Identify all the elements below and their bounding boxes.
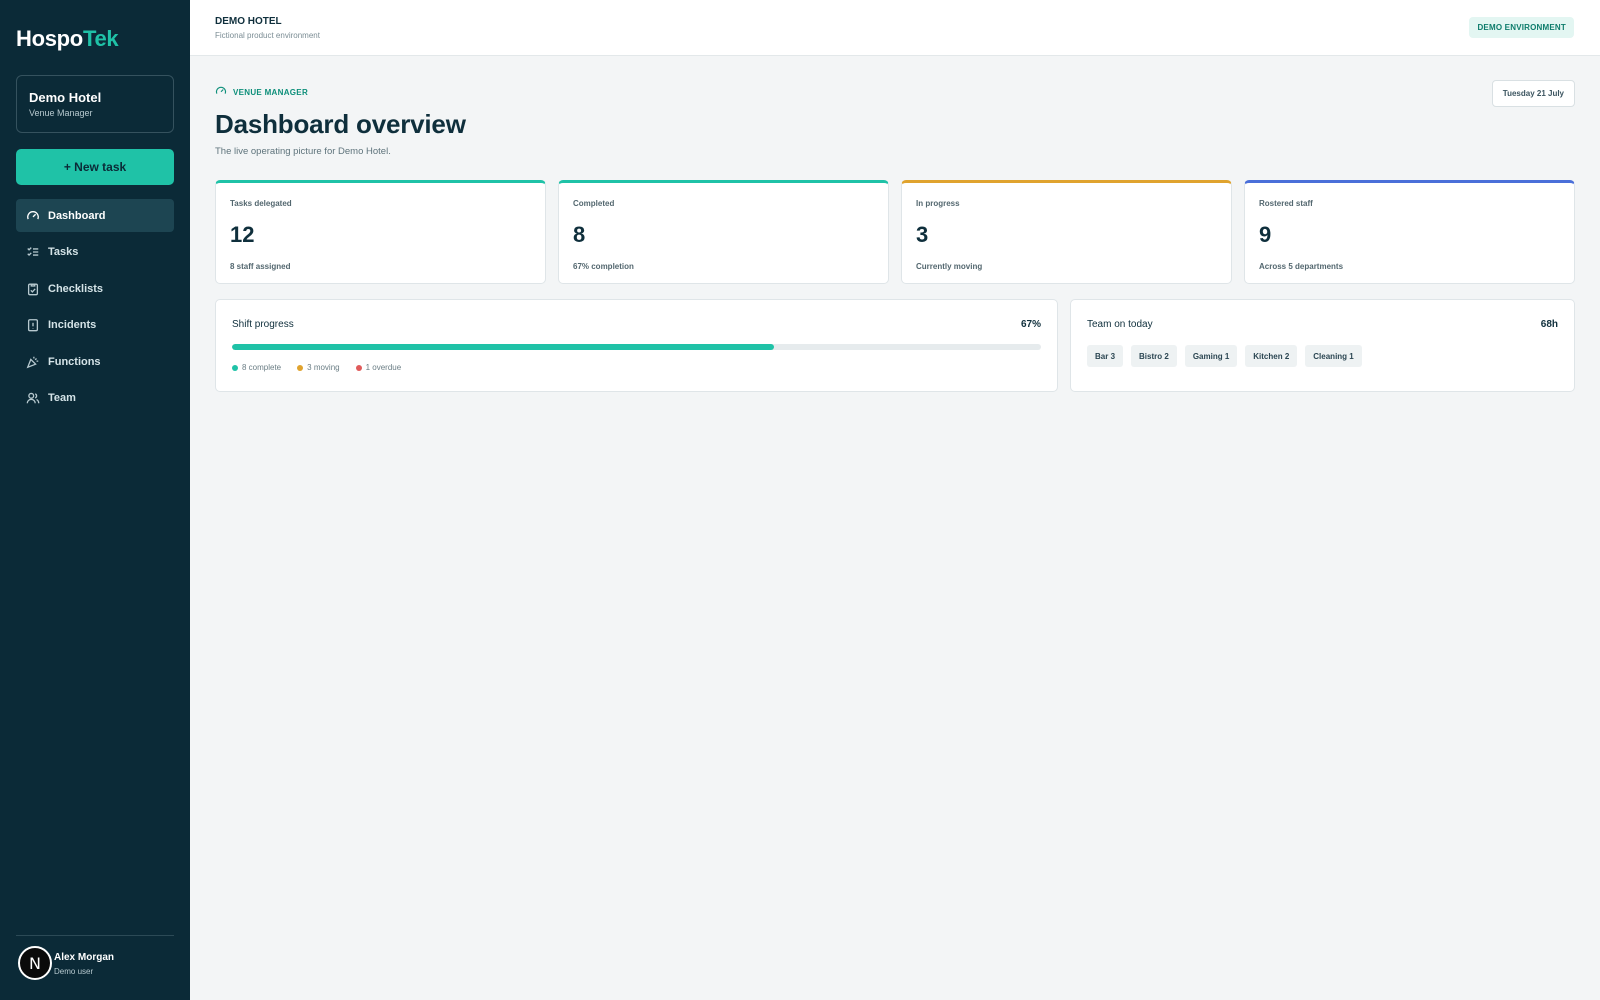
stat-card-tasks-delegated: Tasks delegated 12 8 staff assigned [215,180,546,284]
top-header: DEMO HOTEL Fictional product environment… [190,0,1600,56]
progress-bar [232,344,1041,350]
stat-card-rostered-staff: Rostered staff 9 Across 5 departments [1244,180,1575,284]
sidebar: HospoTek Demo Hotel Venue Manager + New … [0,0,190,1000]
logo-main: Hospo [16,26,83,51]
stat-value: 9 [1259,222,1272,247]
user-name: Alex Morgan [54,952,115,963]
new-task-button[interactable]: + New task [16,149,174,185]
sidebar-item-label: Functions [48,355,101,368]
sidebar-item-tasks[interactable]: Tasks [16,236,174,269]
legend-complete: 8 complete [232,363,281,372]
role-eyebrow: VENUE MANAGER [215,85,308,99]
legend-moving: 3 moving [297,363,340,372]
sidebar-divider [16,935,174,936]
venue-name: Demo Hotel [29,90,102,105]
status-dot [297,364,304,371]
sidebar-item-functions[interactable]: Functions [16,345,174,378]
app-logo[interactable]: HospoTek [16,26,119,52]
stat-label: In progress [916,199,960,208]
environment-badge: DEMO ENVIRONMENT [1469,17,1574,38]
department-chip[interactable]: Cleaning 1 [1305,345,1362,367]
eyebrow-label: VENUE MANAGER [233,87,309,97]
department-chip[interactable]: Bistro 2 [1131,345,1177,367]
venue-switcher[interactable]: Demo Hotel Venue Manager [16,75,174,133]
legend-overdue: 1 overdue [355,363,402,372]
sidebar-nav: Dashboard Tasks Checklists Incidents Fun… [16,199,174,418]
status-dot [232,364,238,371]
logo-accent: Tek [82,26,119,51]
legend-label: 8 complete [242,363,282,372]
sidebar-item-label: Checklists [48,282,104,295]
sidebar-item-label: Team [48,392,76,404]
alert-file-icon [26,318,40,332]
status-dot [355,364,362,371]
sidebar-item-label: Incidents [48,319,97,331]
gauge-icon [215,85,233,99]
legend-label: 1 overdue [365,363,402,372]
sidebar-item-incidents[interactable]: Incidents [16,309,174,342]
avatar[interactable]: N [18,946,52,980]
stat-card-in-progress: In progress 3 Currently moving [901,180,1232,284]
department-chip[interactable]: Gaming 1 [1184,345,1238,367]
panel-title: Team on today [1087,319,1153,330]
stat-value: 12 [230,222,255,247]
stat-footnote: Across 5 departments [1259,262,1344,271]
progress-percent: 67% [1020,319,1041,330]
team-hours: 68h [1540,319,1558,330]
stat-footnote: 8 staff assigned [230,262,291,271]
stat-label: Rostered staff [1259,199,1313,208]
user-subtitle: Demo user [54,967,94,976]
stat-label: Completed [573,199,615,208]
stat-footnote: Currently moving [916,262,983,271]
progress-bar-fill [232,344,775,350]
venue-role: Venue Manager [29,108,93,118]
stat-value: 8 [573,222,586,247]
stat-cards: Tasks delegated 12 8 staff assigned Comp… [215,180,1575,284]
legend-label: 3 moving [307,363,340,372]
header-title: DEMO HOTEL [215,16,282,27]
stat-footnote: 67% completion [573,262,634,271]
shift-progress-panel: Shift progress 67% 8 complete 3 moving 1… [215,299,1058,392]
department-chip[interactable]: Bar 3 [1087,345,1124,367]
stat-card-completed: Completed 8 67% completion [558,180,889,284]
header-subtitle: Fictional product environment [215,31,320,40]
stat-label: Tasks delegated [230,199,292,208]
gauge-icon [26,209,40,223]
team-today-panel: Team on today 68h Bar 3 Bistro 2 Gaming … [1070,299,1575,392]
sidebar-item-checklists[interactable]: Checklists [16,272,174,305]
page-subtitle: The live operating picture for Demo Hote… [215,146,391,157]
panel-title: Shift progress [232,319,294,330]
department-chip[interactable]: Kitchen 2 [1245,345,1298,367]
date-chip: Tuesday 21 July [1491,80,1575,107]
list-check-icon [26,245,40,259]
users-icon [26,391,40,405]
clipboard-icon [26,282,40,296]
sidebar-item-label: Dashboard [48,209,106,222]
progress-legend: 8 complete 3 moving 1 overdue [232,363,401,372]
sidebar-item-team[interactable]: Team [16,382,174,415]
party-icon [26,355,40,369]
sidebar-item-label: Tasks [48,246,79,258]
stat-value: 3 [916,222,929,247]
page-title: Dashboard overview [215,109,466,139]
department-chips: Bar 3 Bistro 2 Gaming 1 Kitchen 2 Cleani… [1087,345,1362,367]
sidebar-item-dashboard[interactable]: Dashboard [16,199,174,232]
